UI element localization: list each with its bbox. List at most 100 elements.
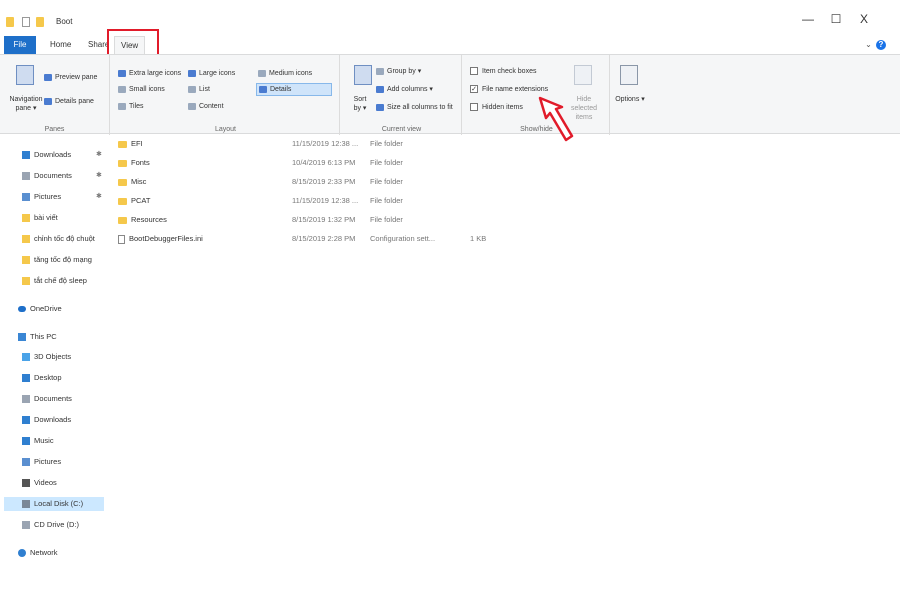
sidebar-item-pc[interactable]: Local Disk (C:) bbox=[4, 497, 104, 511]
navigation-pane-icon[interactable] bbox=[16, 65, 34, 85]
sidebar-item-quick-access[interactable]: Pictures bbox=[22, 190, 61, 204]
close-button[interactable]: X bbox=[854, 12, 874, 26]
navigation-pane-button[interactable]: Navigation pane ▾ bbox=[4, 95, 48, 113]
network-icon bbox=[18, 549, 26, 558]
sidebar-item-label: Videos bbox=[34, 478, 57, 487]
small-icons-button[interactable]: Small icons bbox=[118, 85, 165, 94]
folder-icon bbox=[118, 140, 127, 148]
medium-icons-icon bbox=[258, 69, 266, 77]
details-pane-button[interactable]: Details pane bbox=[44, 97, 94, 106]
cube-icon bbox=[22, 353, 30, 362]
folder-icon bbox=[118, 216, 127, 224]
content-label: Content bbox=[199, 103, 224, 110]
hidden-items-checkbox[interactable] bbox=[470, 103, 478, 112]
sidebar-item-label: Local Disk (C:) bbox=[34, 499, 84, 508]
tab-file[interactable]: File bbox=[4, 36, 36, 54]
add-columns-button[interactable]: Add columns ▾ bbox=[376, 85, 433, 94]
preview-pane-button[interactable]: Preview pane bbox=[44, 73, 97, 82]
folder-icon bbox=[118, 197, 127, 205]
size-all-columns-button[interactable]: Size all columns to fit bbox=[376, 103, 453, 112]
sidebar-item-label: CD Drive (D:) bbox=[34, 520, 79, 529]
file-row[interactable]: Fonts 10/4/2019 6:13 PM File folder bbox=[118, 156, 518, 170]
sidebar-item-pc[interactable]: Desktop bbox=[22, 371, 62, 385]
sidebar-item-quick-access[interactable]: chỉnh tốc độ chuột bbox=[22, 232, 95, 246]
item-check-boxes-label: Item check boxes bbox=[482, 68, 537, 75]
file-row[interactable]: EFI 11/15/2019 12:38 ... File folder bbox=[118, 137, 518, 151]
sidebar-item-pc[interactable]: Downloads bbox=[22, 413, 71, 427]
file-name-cell: BootDebuggerFiles.ini bbox=[118, 232, 288, 246]
details-label: Details bbox=[270, 86, 292, 93]
item-check-boxes-toggle[interactable]: Item check boxes bbox=[470, 67, 536, 76]
sidebar-item-quick-access[interactable]: Downloads bbox=[22, 148, 71, 162]
cd-drive-icon bbox=[22, 521, 30, 530]
hidden-items-toggle[interactable]: Hidden items bbox=[470, 103, 523, 112]
file-row[interactable]: PCAT 11/15/2019 12:38 ... File folder bbox=[118, 194, 518, 208]
ribbon: Navigation pane ▾ Preview pane Details p… bbox=[0, 54, 900, 135]
folder-icon bbox=[118, 178, 127, 186]
sidebar-item-label: Pictures bbox=[34, 192, 62, 201]
document-icon bbox=[22, 395, 30, 404]
file-type: File folder bbox=[370, 177, 403, 186]
sort-by-icon[interactable] bbox=[354, 65, 372, 85]
minimize-button[interactable]: — bbox=[798, 12, 818, 26]
file-list: EFI 11/15/2019 12:38 ... File folder Fonts 1… bbox=[112, 134, 900, 603]
list-button[interactable]: List bbox=[188, 85, 210, 94]
sidebar-item-label: OneDrive bbox=[30, 304, 62, 313]
sidebar-item-pc[interactable]: Pictures bbox=[22, 455, 61, 469]
list-label: List bbox=[199, 86, 210, 93]
group-by-button[interactable]: Group by ▾ bbox=[376, 67, 421, 76]
medium-icons-button[interactable]: Medium icons bbox=[258, 69, 312, 78]
sidebar-item-quick-access[interactable]: tắt chế độ sleep bbox=[22, 274, 87, 288]
tab-home[interactable]: Home bbox=[44, 36, 77, 54]
file-name-extensions-toggle[interactable]: ✓ File name extensions bbox=[470, 85, 548, 94]
options-icon[interactable] bbox=[620, 65, 638, 85]
extra-large-icons-label: Extra large icons bbox=[129, 70, 182, 77]
maximize-button[interactable]: ☐ bbox=[826, 12, 846, 26]
sidebar-item-onedrive[interactable]: OneDrive bbox=[18, 302, 62, 316]
sidebar-item-pc[interactable]: 3D Objects bbox=[22, 350, 71, 364]
sort-by-button[interactable]: Sort by ▾ bbox=[350, 95, 370, 113]
large-icons-button[interactable]: Large icons bbox=[188, 69, 235, 78]
file-row[interactable]: BootDebuggerFiles.ini 8/15/2019 2:28 PM Co… bbox=[118, 232, 518, 246]
sidebar-item-label: 3D Objects bbox=[34, 352, 72, 361]
tiles-button[interactable]: Tiles bbox=[118, 102, 144, 111]
details-button[interactable]: Details bbox=[256, 83, 332, 96]
sidebar-item-pc[interactable]: CD Drive (D:) bbox=[22, 518, 79, 532]
extra-large-icons-button[interactable]: Extra large icons bbox=[118, 69, 181, 78]
sidebar-item-pc[interactable]: Music bbox=[22, 434, 54, 448]
sidebar-item-label: Pictures bbox=[34, 457, 62, 466]
tiles-label: Tiles bbox=[129, 103, 144, 110]
options-button[interactable]: Options ▾ bbox=[614, 95, 646, 104]
computer-icon bbox=[18, 333, 26, 342]
sidebar-item-network[interactable]: Network bbox=[18, 546, 58, 560]
file-row[interactable]: Resources 8/15/2019 1:32 PM File folder bbox=[118, 213, 518, 227]
sidebar-item-quick-access[interactable]: tăng tốc độ mạng bbox=[22, 253, 92, 267]
sidebar-item-quick-access[interactable]: bài viết bbox=[22, 211, 58, 225]
file-type: Configuration sett... bbox=[370, 234, 436, 243]
sidebar-item-this-pc[interactable]: This PC bbox=[18, 330, 57, 344]
properties-icon[interactable] bbox=[22, 17, 30, 27]
folder-icon bbox=[22, 214, 30, 223]
new-folder-icon[interactable] bbox=[36, 17, 44, 27]
sidebar-item-label: tăng tốc độ mạng bbox=[34, 255, 92, 264]
file-name-extensions-checkbox[interactable]: ✓ bbox=[470, 85, 478, 94]
file-name: Resources bbox=[131, 215, 167, 224]
content-button[interactable]: Content bbox=[188, 102, 224, 111]
file-name: Fonts bbox=[131, 158, 150, 167]
file-type: File folder bbox=[370, 139, 403, 148]
file-date-modified: 11/15/2019 12:38 ... bbox=[292, 196, 359, 205]
download-arrow-icon bbox=[22, 416, 30, 425]
extra-large-icons-icon bbox=[118, 69, 126, 77]
pin-icon: ✱ bbox=[96, 193, 102, 200]
file-row[interactable]: Misc 8/15/2019 2:33 PM File folder bbox=[118, 175, 518, 189]
panes-group-label: Panes bbox=[44, 126, 65, 133]
group-by-icon bbox=[376, 67, 384, 75]
sidebar-item-quick-access[interactable]: Documents bbox=[22, 169, 72, 183]
sidebar-item-pc[interactable]: Videos bbox=[22, 476, 57, 490]
details-pane-label: Details pane bbox=[55, 98, 94, 105]
item-check-boxes-checkbox[interactable] bbox=[470, 67, 478, 76]
video-icon bbox=[22, 479, 30, 488]
drive-icon bbox=[22, 500, 30, 509]
sidebar-item-pc[interactable]: Documents bbox=[22, 392, 72, 406]
file-date-modified: 8/15/2019 2:28 PM bbox=[292, 234, 356, 243]
